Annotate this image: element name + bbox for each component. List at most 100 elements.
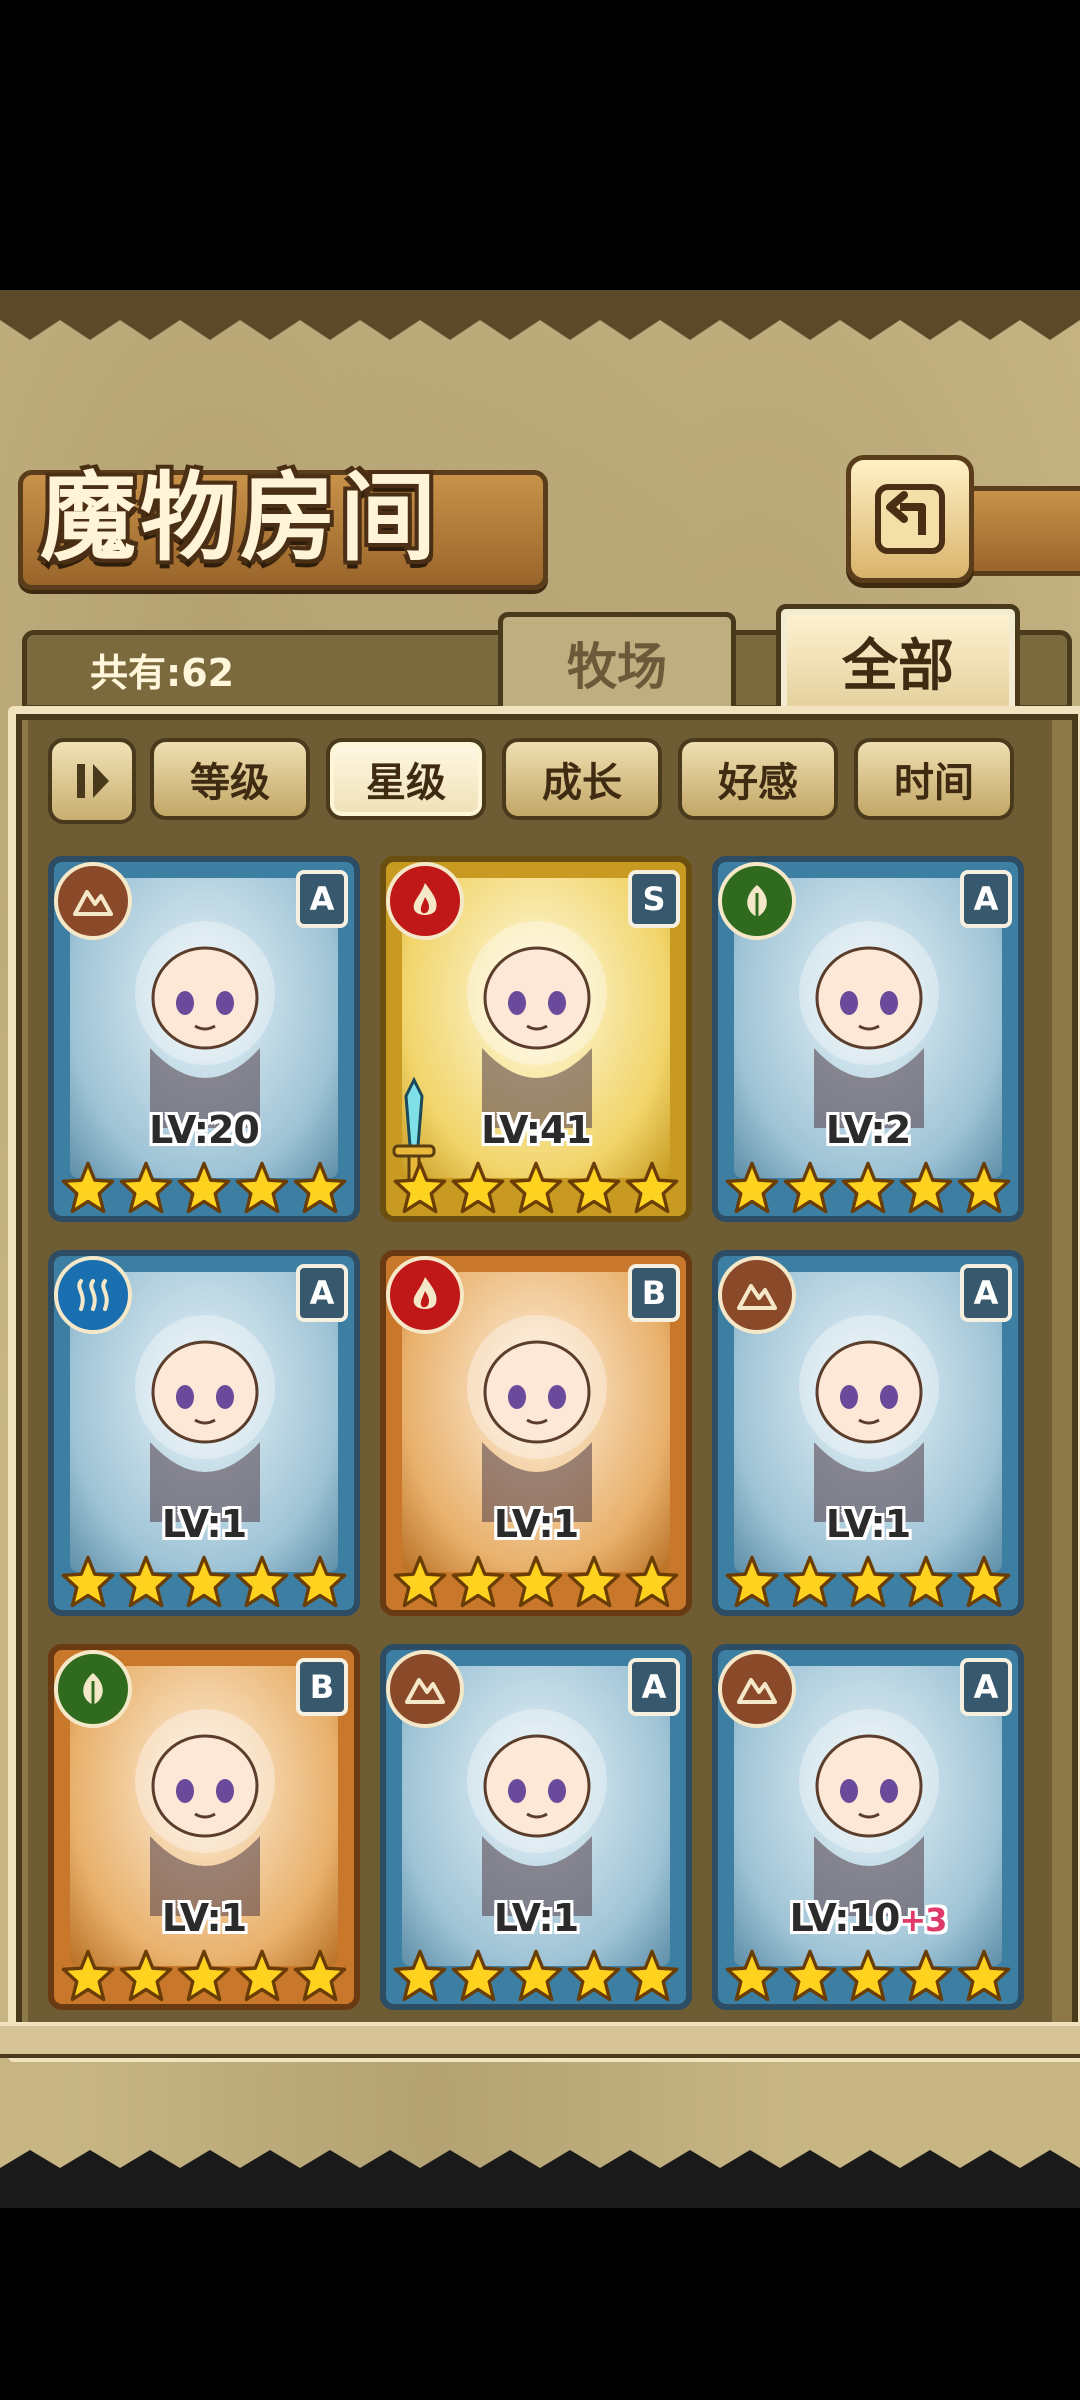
monster-card[interactable]: A LV:2 <box>712 856 1024 1222</box>
filter-star-button[interactable]: 星级 <box>326 738 486 820</box>
sort-toggle-button[interactable] <box>48 738 136 824</box>
star-icon <box>725 1949 779 2002</box>
filter-time-button[interactable]: 时间 <box>854 738 1014 820</box>
monster-card[interactable]: B LV:1 <box>380 1250 692 1616</box>
back-button[interactable] <box>846 455 974 583</box>
return-arrow-icon <box>875 484 945 554</box>
monster-portrait <box>799 921 939 1128</box>
star-icon <box>567 1949 621 2002</box>
star-icon <box>567 1555 621 1608</box>
monster-card[interactable]: A LV:20 <box>48 856 360 1222</box>
rank-badge: A <box>960 1658 1012 1716</box>
star-icon <box>957 1555 1011 1608</box>
earth-element-icon <box>718 1650 796 1728</box>
monster-level: LV:1 <box>825 1502 911 1546</box>
monster-card[interactable]: A LV:10+3 <box>712 1644 1024 2010</box>
star-rating <box>712 1160 1024 1216</box>
monster-portrait <box>135 921 275 1128</box>
monster-count: 共有:62 <box>90 651 235 695</box>
star-rating <box>380 1948 692 2004</box>
page-title: 魔物房间 <box>40 461 440 574</box>
rank-badge: A <box>960 1264 1012 1322</box>
star-icon <box>841 1555 895 1608</box>
star-icon <box>725 1161 779 1214</box>
rank-badge: A <box>296 1264 348 1322</box>
star-icon <box>119 1161 173 1214</box>
star-icon <box>625 1555 679 1608</box>
monster-room-screen: 魔物房间 共有:62 牧场 全部 等级 星级 成长 好感 时间 A LV:20 S L… <box>0 290 1080 2208</box>
star-icon <box>235 1555 289 1608</box>
tab-farm[interactable]: 牧场 <box>498 612 736 714</box>
sort-toggle-icon <box>77 764 109 798</box>
star-icon <box>119 1555 173 1608</box>
star-icon <box>293 1161 347 1214</box>
star-icon <box>899 1949 953 2002</box>
monster-portrait <box>135 1315 275 1522</box>
monster-level: LV:41 <box>481 1108 592 1152</box>
monster-card[interactable]: A LV:1 <box>712 1250 1024 1616</box>
star-icon <box>783 1555 837 1608</box>
header-right-bar <box>964 486 1080 576</box>
filter-level-button[interactable]: 等级 <box>150 738 310 820</box>
monster-portrait <box>799 1315 939 1522</box>
grass-element-icon <box>718 862 796 940</box>
star-icon <box>293 1949 347 2002</box>
rank-badge: B <box>296 1658 348 1716</box>
star-icon <box>567 1161 621 1214</box>
tab-all[interactable]: 全部 <box>776 604 1020 718</box>
monster-card[interactable]: A LV:1 <box>48 1250 360 1616</box>
star-icon <box>625 1161 679 1214</box>
fire-element-icon <box>386 1256 464 1334</box>
star-rating <box>48 1948 360 2004</box>
star-rating <box>380 1554 692 1610</box>
star-icon <box>957 1949 1011 2002</box>
star-icon <box>783 1949 837 2002</box>
rank-badge: B <box>628 1264 680 1322</box>
monster-level: LV:1 <box>161 1502 247 1546</box>
star-icon <box>451 1161 505 1214</box>
star-icon <box>235 1161 289 1214</box>
bottom-zigzag-border <box>0 2150 1080 2208</box>
star-icon <box>235 1949 289 2002</box>
star-icon <box>899 1161 953 1214</box>
grass-element-icon <box>54 1650 132 1728</box>
star-icon <box>177 1161 231 1214</box>
star-icon <box>393 1555 447 1608</box>
monster-card[interactable]: S LV:41 <box>380 856 692 1222</box>
star-icon <box>841 1161 895 1214</box>
star-icon <box>899 1555 953 1608</box>
star-icon <box>61 1161 115 1214</box>
monster-card[interactable]: A LV:1 <box>380 1644 692 2010</box>
rank-badge: A <box>296 870 348 928</box>
earth-element-icon <box>718 1256 796 1334</box>
star-rating <box>48 1554 360 1610</box>
monster-level: LV:1 <box>161 1896 247 1940</box>
star-icon <box>509 1949 563 2002</box>
star-rating <box>712 1948 1024 2004</box>
water-element-icon <box>54 1256 132 1334</box>
star-icon <box>451 1555 505 1608</box>
star-icon <box>61 1555 115 1608</box>
star-icon <box>625 1949 679 2002</box>
earth-element-icon <box>54 862 132 940</box>
star-rating <box>380 1160 692 1216</box>
star-icon <box>61 1949 115 2002</box>
monster-card[interactable]: B LV:1 <box>48 1644 360 2010</box>
star-icon <box>393 1161 447 1214</box>
monster-portrait <box>799 1709 939 1916</box>
monster-portrait <box>467 1709 607 1916</box>
star-icon <box>293 1555 347 1608</box>
star-rating <box>712 1554 1024 1610</box>
star-rating <box>48 1160 360 1216</box>
filter-affection-button[interactable]: 好感 <box>678 738 838 820</box>
star-icon <box>177 1555 231 1608</box>
monster-level: LV:2 <box>825 1108 911 1152</box>
monster-portrait <box>467 921 607 1128</box>
star-icon <box>725 1555 779 1608</box>
monster-level: LV:10+3 <box>789 1896 948 1940</box>
filter-growth-button[interactable]: 成长 <box>502 738 662 820</box>
earth-element-icon <box>386 1650 464 1728</box>
rank-badge: S <box>628 870 680 928</box>
star-icon <box>841 1949 895 2002</box>
monster-portrait <box>467 1315 607 1522</box>
